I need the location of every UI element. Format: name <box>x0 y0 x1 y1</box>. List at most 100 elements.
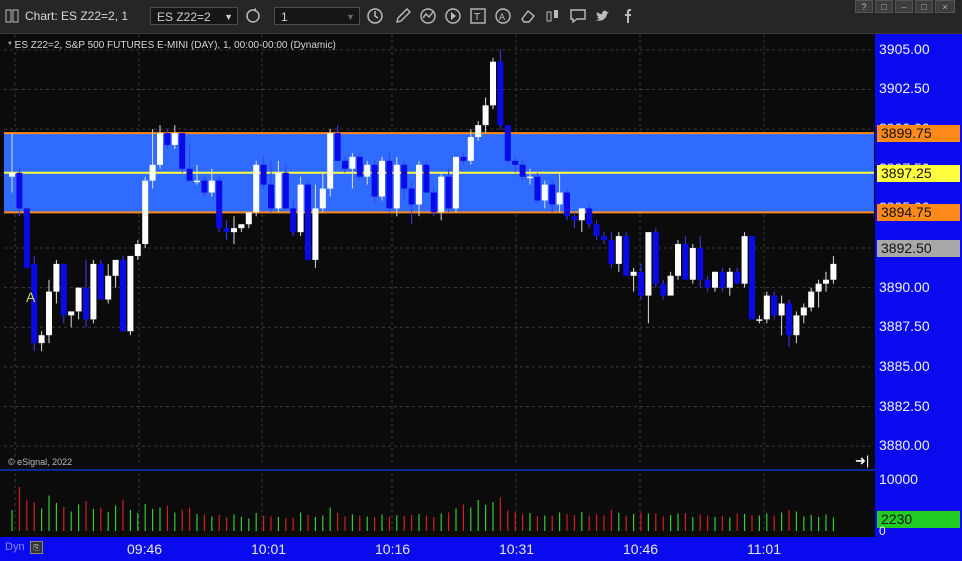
annotation-marker[interactable]: A <box>26 289 35 305</box>
candle-body <box>482 105 489 126</box>
chart-icon[interactable] <box>419 7 437 25</box>
candle-body <box>719 271 726 288</box>
candle-body <box>749 236 755 320</box>
candle-body <box>830 263 837 280</box>
candle-body <box>786 303 792 336</box>
time-axis-label: 09:46 <box>127 541 163 557</box>
candle-body <box>157 133 163 165</box>
candle-body <box>682 244 689 280</box>
candle-body <box>571 216 578 221</box>
candle-body <box>615 236 622 264</box>
candle-body <box>38 335 45 344</box>
candle-body <box>608 240 615 264</box>
candle-body <box>179 133 186 169</box>
candlestick-plot[interactable] <box>4 34 874 466</box>
candle-body <box>460 156 467 161</box>
candle-body <box>660 283 667 296</box>
chevron-down-icon[interactable]: ▼ <box>346 8 355 26</box>
candle-body <box>586 208 593 225</box>
twitter-icon[interactable] <box>594 7 612 25</box>
price-tag: 3899.75 <box>877 125 960 143</box>
candle-body <box>282 172 289 209</box>
candle-body <box>297 184 304 233</box>
candle-body <box>97 263 104 300</box>
svg-text:T: T <box>473 12 481 23</box>
candle-body <box>408 188 415 205</box>
candle-body <box>275 172 282 209</box>
candle-body <box>260 164 267 185</box>
restore-button[interactable]: □ <box>875 0 893 13</box>
candle-body <box>171 133 178 145</box>
candle-body <box>638 271 644 296</box>
candle-body <box>142 180 149 245</box>
interval-value: 1 <box>281 10 288 24</box>
dynamic-label[interactable]: Dyn <box>5 541 25 553</box>
candle-body <box>194 180 200 183</box>
candle-body <box>823 279 829 284</box>
candle-body <box>800 307 807 316</box>
price-chart[interactable] <box>4 34 874 466</box>
price-axis-label: 3885.00 <box>879 357 930 374</box>
close-button[interactable]: × <box>935 0 955 13</box>
candle-body <box>379 160 385 197</box>
candle-body <box>423 164 430 193</box>
chat-icon[interactable] <box>569 7 587 25</box>
candle-body <box>475 125 482 138</box>
facebook-icon[interactable] <box>619 7 637 25</box>
candle-body <box>105 275 112 300</box>
candle-body <box>712 271 718 288</box>
candle-body <box>815 283 822 292</box>
clock-icon[interactable] <box>366 7 384 25</box>
price-axis-label: 3890.00 <box>879 278 930 295</box>
symbol-input[interactable]: ES Z22=2 ▼ <box>150 7 238 25</box>
bars-icon[interactable] <box>544 7 562 25</box>
candle-body <box>290 208 297 233</box>
time-axis[interactable]: Dyn ⎘ 09:46 10:01 10:16 10:31 10:46 11:01 <box>0 537 875 561</box>
help-button[interactable]: ? <box>855 0 873 13</box>
eraser-icon[interactable] <box>519 7 537 25</box>
candle-body <box>371 164 378 197</box>
candle-body <box>245 212 252 225</box>
candle-body <box>401 164 408 189</box>
candle-body <box>504 125 511 161</box>
volume-axis-min: 0 <box>879 524 886 538</box>
refresh-icon[interactable] <box>244 7 262 25</box>
candle-body <box>490 61 496 106</box>
candle-body <box>312 208 319 260</box>
candle-body <box>231 228 237 233</box>
candle-body <box>453 156 459 209</box>
candle-body <box>186 168 193 181</box>
candle-body <box>127 255 134 332</box>
candle-body <box>512 160 519 165</box>
price-axis-label: 3902.50 <box>879 80 930 97</box>
interval-input[interactable]: 1 ▼ <box>274 7 360 25</box>
alert-icon[interactable]: A <box>494 7 512 25</box>
maximize-button[interactable]: □ <box>915 0 933 13</box>
candle-body <box>16 172 23 209</box>
candle-body <box>675 244 681 276</box>
window-title: Chart: ES Z22=2, 1 <box>25 9 129 23</box>
lock-icon[interactable]: ⎘ <box>30 541 43 554</box>
play-icon[interactable] <box>444 7 462 25</box>
candle-body <box>593 224 600 237</box>
chevron-down-icon[interactable]: ▼ <box>224 8 233 26</box>
price-tag: 3894.75 <box>877 204 960 222</box>
chart-window-icon <box>5 9 19 23</box>
candle-body <box>697 248 704 280</box>
candle-body <box>149 164 156 181</box>
candle-body <box>223 228 230 233</box>
candle-body <box>53 263 60 292</box>
minimize-button[interactable]: – <box>895 0 913 13</box>
text-icon[interactable]: T <box>469 7 487 25</box>
candle-body <box>564 192 570 217</box>
price-axis[interactable]: 3905.003902.503900.003897.503895.003892.… <box>875 34 962 561</box>
volume-plot[interactable] <box>4 473 874 531</box>
pane-separator[interactable] <box>0 469 875 471</box>
candle-body <box>778 303 785 316</box>
title-bar: Chart: ES Z22=2, 1 ES Z22=2 ▼ 1 ▼ T A ? □ … <box>0 0 962 34</box>
candle-body <box>23 208 30 268</box>
pencil-icon[interactable] <box>394 7 412 25</box>
candle-body <box>438 176 445 213</box>
scroll-to-end-icon[interactable]: ➜| <box>855 453 869 469</box>
volume-chart[interactable] <box>4 473 874 531</box>
